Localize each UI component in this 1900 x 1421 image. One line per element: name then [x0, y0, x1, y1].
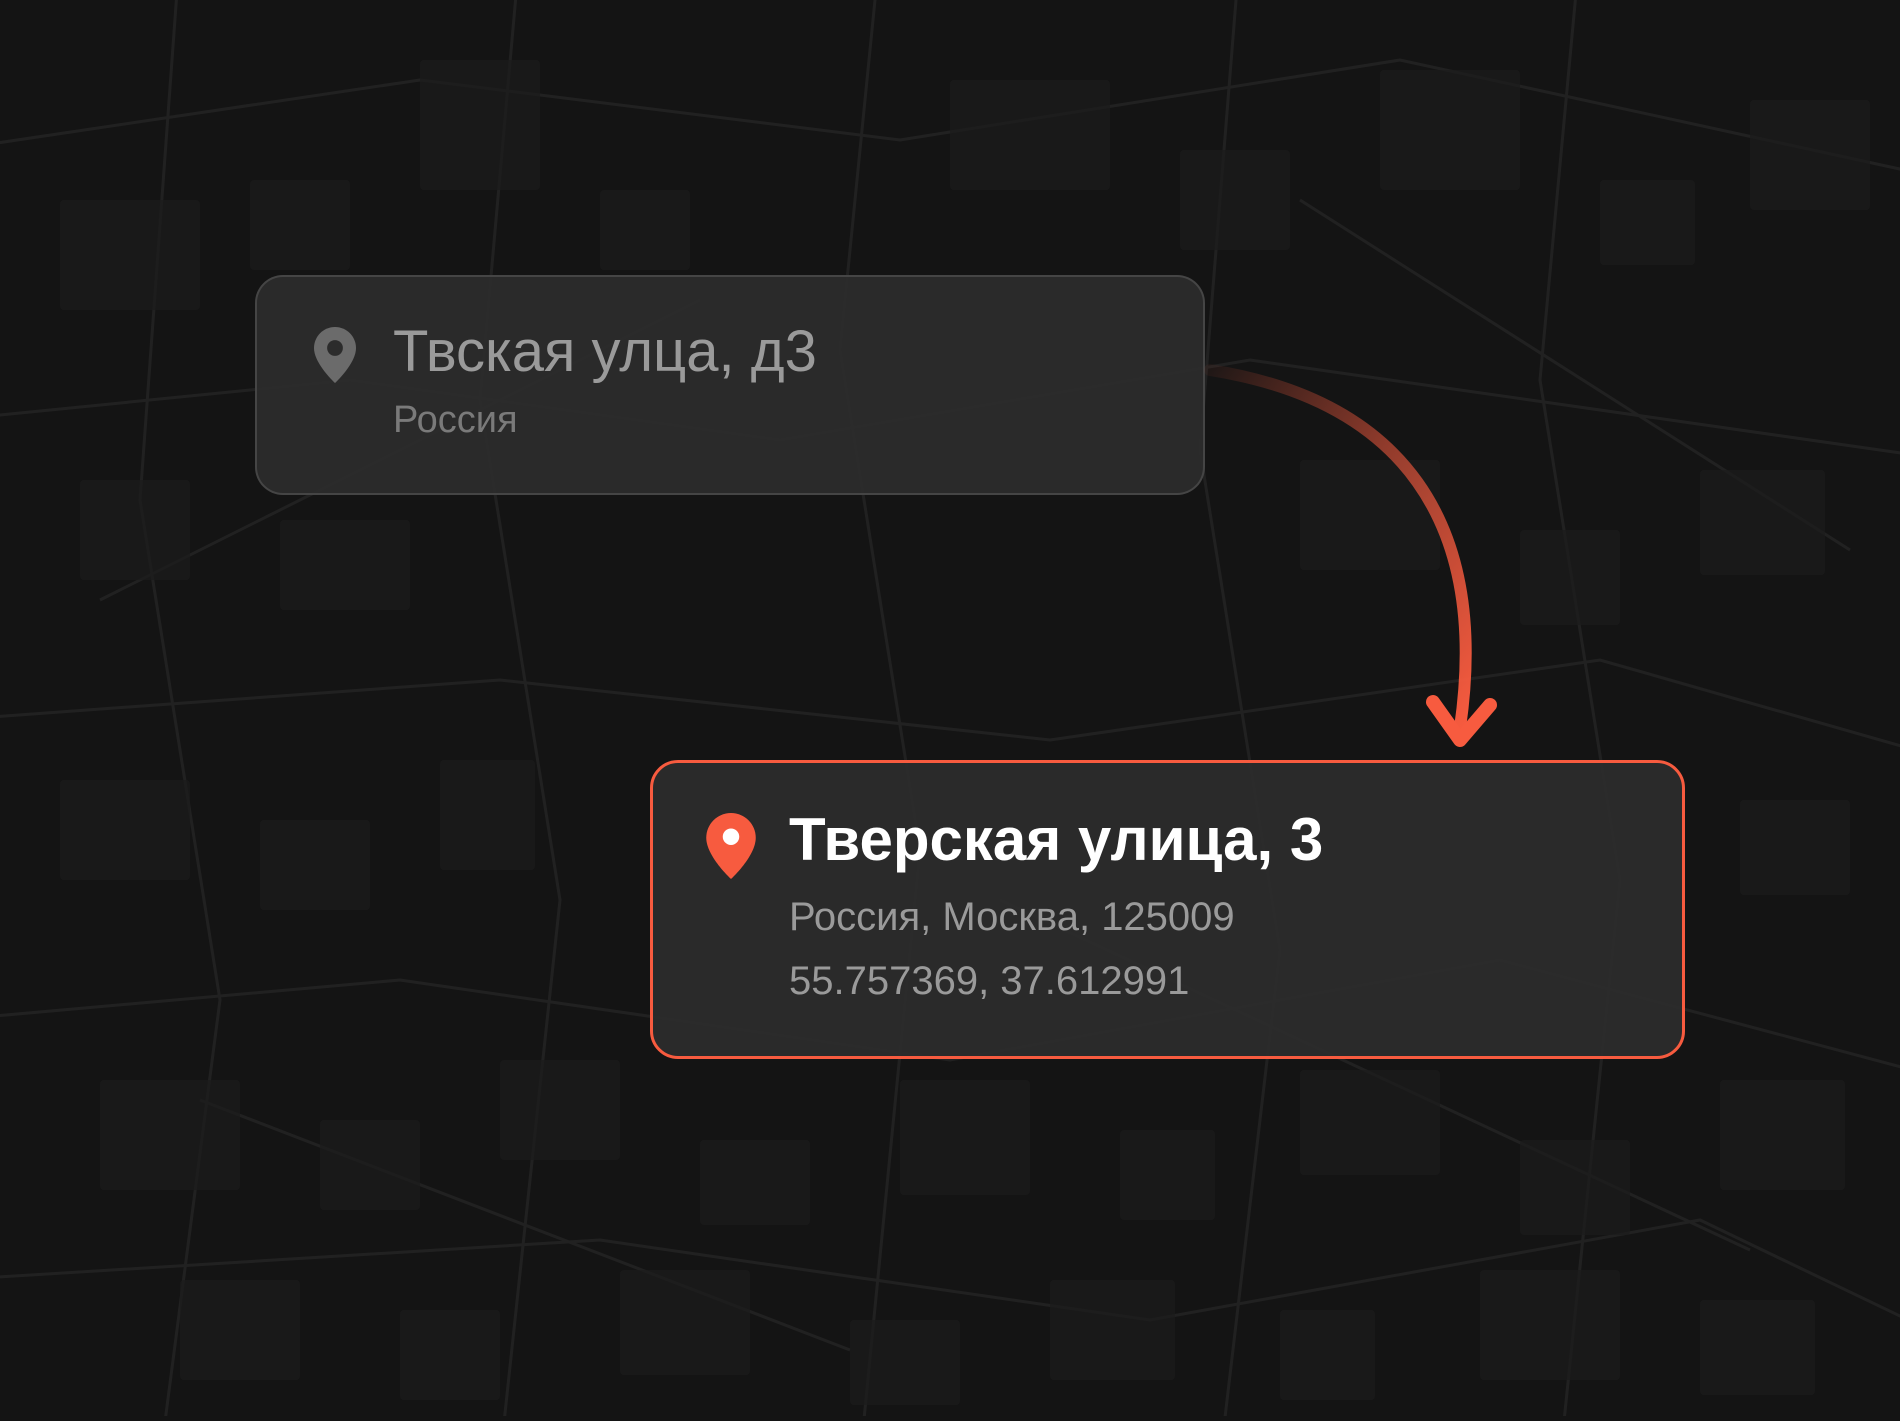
geocode-result-card[interactable]: Тверская улица, 3 Россия, Москва, 125009…	[650, 760, 1685, 1059]
query-subtitle: Россия	[393, 396, 817, 445]
pin-icon-gray	[307, 319, 363, 383]
query-title: Твская улца, д3	[393, 319, 817, 386]
content-layer: Твская улца, д3 Россия Твер	[0, 0, 1900, 1416]
result-address-title: Тверская улица, 3	[789, 805, 1323, 874]
result-text-block: Тверская улица, 3 Россия, Москва, 125009…	[789, 805, 1323, 1008]
arrow-connector	[1190, 330, 1530, 770]
query-text-block: Твская улца, д3 Россия	[393, 319, 817, 445]
result-coordinates: 55.757369, 37.612991	[789, 954, 1323, 1008]
result-address-region: Россия, Москва, 125009	[789, 890, 1323, 944]
pin-icon-red	[703, 805, 759, 879]
search-query-card[interactable]: Твская улца, д3 Россия	[255, 275, 1205, 495]
